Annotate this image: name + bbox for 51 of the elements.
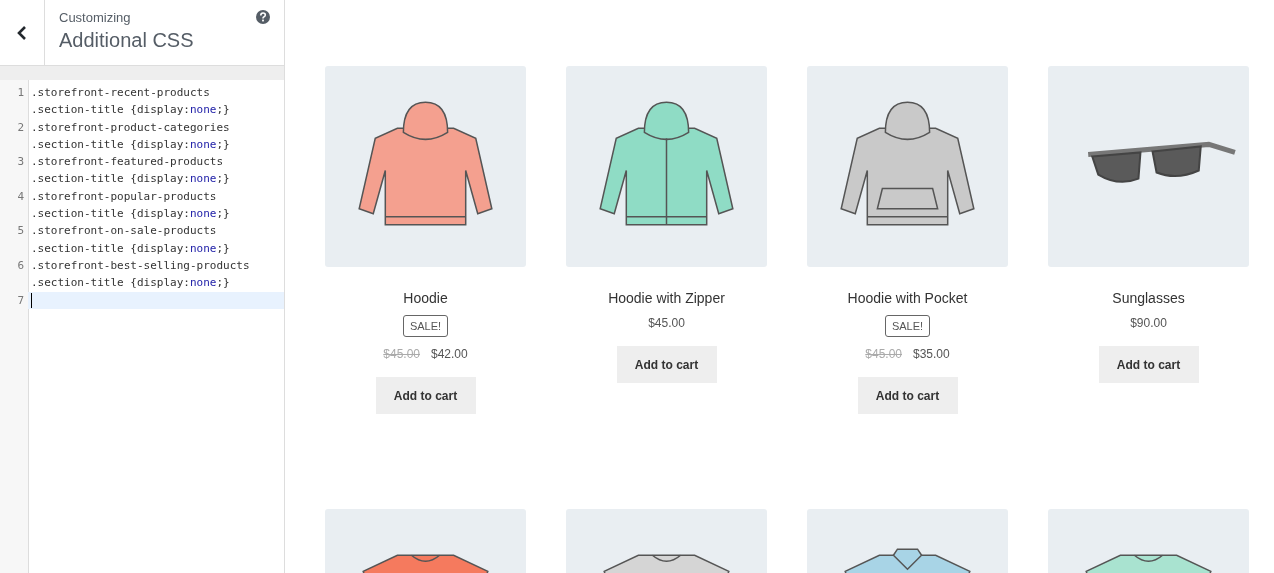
- code-line-area[interactable]: .storefront-on-sale-products .section-title {display:none;}: [28, 222, 284, 257]
- section-subtitle: Customizing: [59, 10, 132, 25]
- code-editor[interactable]: [0, 80, 284, 573]
- code-line-area[interactable]: .storefront-recent-products .section-title {display:none;}: [28, 84, 284, 119]
- section-title: Additional CSS: [59, 29, 194, 52]
- line-number: 4: [16, 188, 25, 205]
- code-line-area[interactable]: .storefront-featured-products .section-title {display:none;}: [28, 153, 284, 188]
- product-image[interactable]: [1048, 66, 1249, 267]
- sale-badge: SALE!: [402, 315, 449, 337]
- product-image[interactable]: [566, 66, 767, 267]
- original-price: $45.00: [865, 347, 902, 361]
- add-to-cart-button[interactable]: Add to cart: [1098, 346, 1199, 383]
- code-line-area[interactable]: .storefront-popular-products .section-title {display:none;}: [28, 187, 284, 223]
- product-price: $90.00: [1130, 316, 1167, 330]
- code-text: .section-title {display:none;}: [31, 240, 231, 257]
- line-number: 2: [16, 119, 25, 136]
- text-cursor: [31, 292, 32, 308]
- product-name[interactable]: Hoodie with Pocket: [847, 290, 968, 306]
- line-number: 3: [16, 154, 25, 171]
- line-number: 5: [16, 223, 25, 240]
- add-to-cart-button[interactable]: Add to cart: [375, 377, 476, 414]
- code-text: .section-title {display:none;}: [31, 136, 231, 153]
- line-number: 6: [16, 257, 25, 274]
- product-image[interactable]: [807, 66, 1008, 267]
- chevron-left-icon: [17, 25, 27, 40]
- code-text: .storefront-on-sale-products: [31, 223, 218, 240]
- add-to-cart-button[interactable]: Add to cart: [857, 377, 958, 414]
- original-price: $45.00: [383, 347, 420, 361]
- product-name[interactable]: Hoodie: [403, 290, 448, 306]
- product-name[interactable]: Hoodie with Zipper: [608, 290, 725, 306]
- code-text: .storefront-recent-products: [31, 85, 211, 101]
- add-to-cart-button[interactable]: Add to cart: [616, 346, 717, 383]
- code-text: .section-title {display:none;}: [31, 102, 231, 119]
- product-name[interactable]: Sunglasses: [1112, 290, 1185, 306]
- code-line-area[interactable]: .storefront-product-categories .section-title {display:none;}: [28, 118, 284, 154]
- code-text: .section-title {display:none;}: [31, 206, 231, 223]
- product-price: $42.00: [431, 347, 468, 361]
- sale-badge: SALE!: [884, 315, 931, 337]
- product-price: $45.00: [648, 316, 685, 330]
- code-text: .section-title {display:none;}: [31, 171, 231, 188]
- product-price: $35.00: [913, 347, 950, 361]
- product-image[interactable]: [325, 66, 526, 267]
- code-line-area[interactable]: .storefront-best-selling-products .section-title {display:none;}: [28, 256, 284, 292]
- code-text: .section-title {display:none;}: [31, 275, 231, 292]
- line-number: 7: [16, 292, 25, 309]
- code-text: .storefront-popular-products: [31, 188, 218, 205]
- help-icon[interactable]: [256, 10, 270, 24]
- code-text: .storefront-product-categories: [31, 119, 231, 136]
- code-text: .storefront-featured-products: [31, 154, 225, 171]
- code-text: .storefront-best-selling-products: [31, 257, 251, 274]
- line-number: 1: [16, 85, 25, 101]
